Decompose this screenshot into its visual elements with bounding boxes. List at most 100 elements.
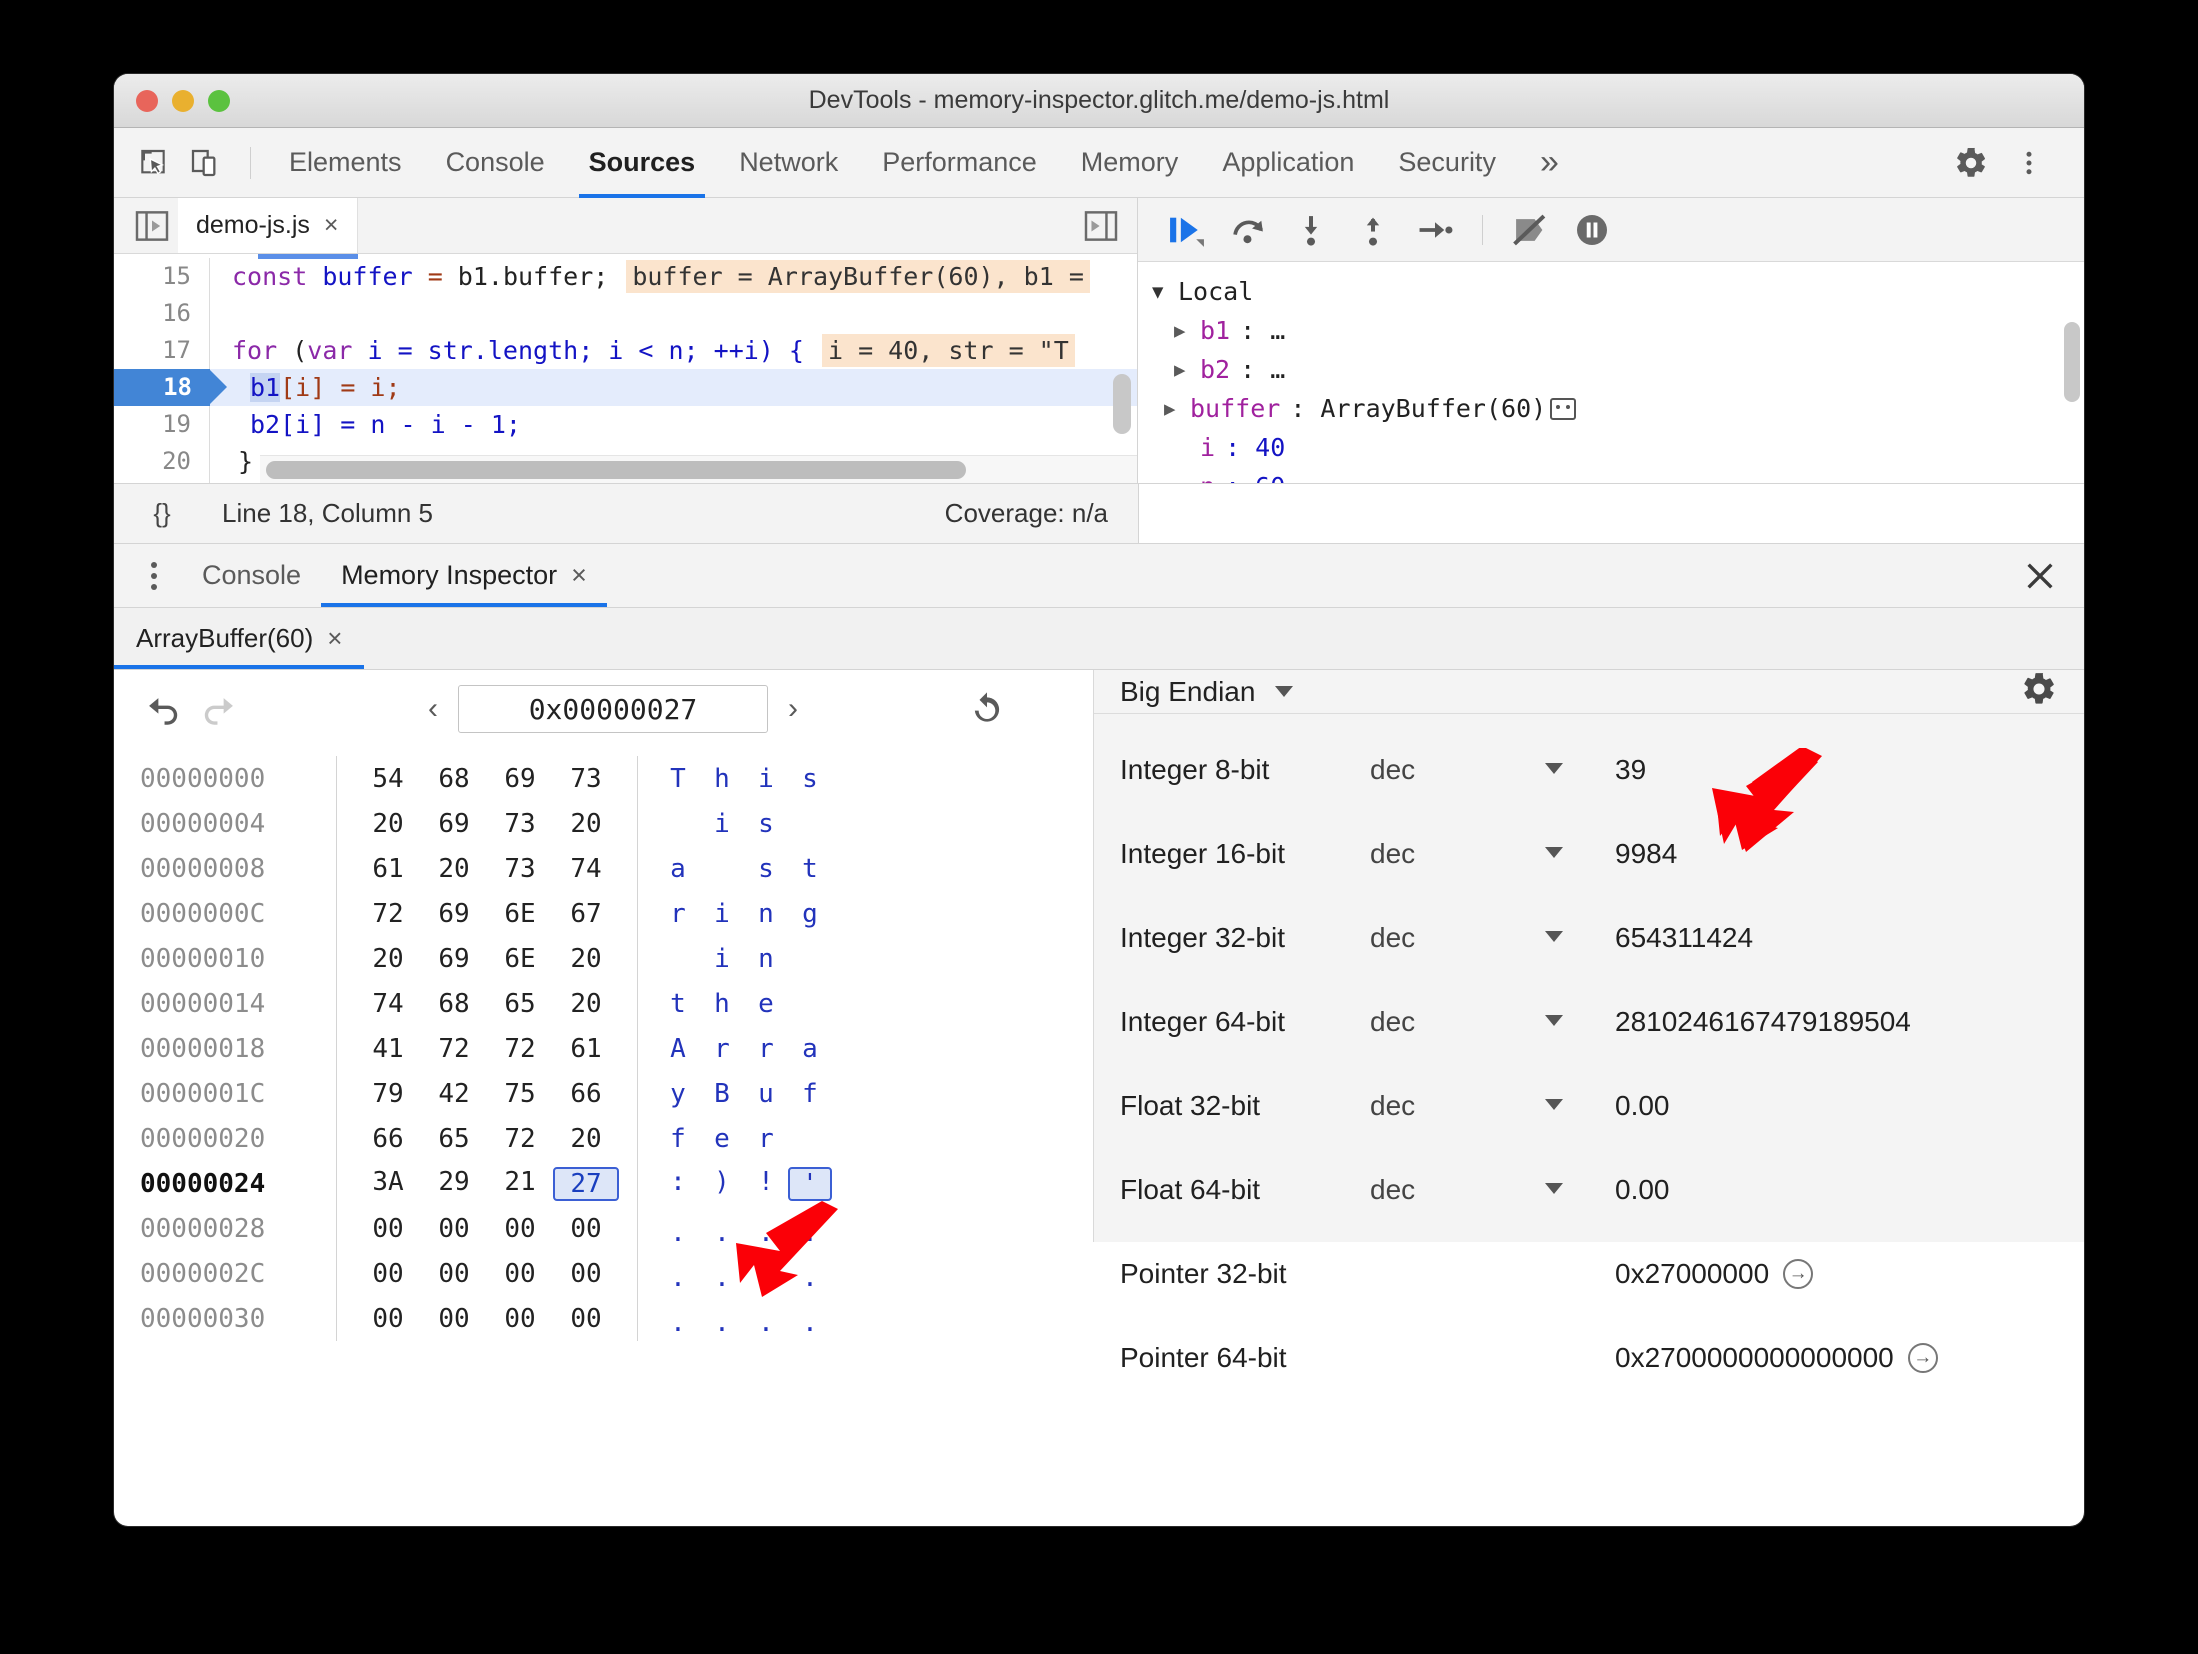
ascii-char[interactable] (656, 809, 700, 839)
close-icon[interactable]: × (324, 211, 339, 240)
hex-byte[interactable]: 20 (553, 989, 619, 1019)
hex-byte[interactable]: 00 (553, 1304, 619, 1334)
ascii-char[interactable]: . (788, 1218, 832, 1248)
hex-byte[interactable]: 72 (421, 1034, 487, 1064)
hex-byte[interactable]: 74 (553, 854, 619, 884)
hex-byte[interactable]: 75 (487, 1079, 553, 1109)
address-input[interactable]: 0x00000027 (458, 685, 768, 733)
ascii-char[interactable]: g (788, 899, 832, 929)
scope-var-b1[interactable]: ▶ b1 : … (1152, 311, 2084, 350)
tab-application[interactable]: Application (1200, 128, 1376, 198)
ascii-char[interactable]: a (788, 1034, 832, 1064)
ascii-char[interactable]: t (788, 854, 832, 884)
ascii-char[interactable]: r (700, 1034, 744, 1064)
refresh-icon[interactable] (964, 686, 1010, 732)
table-row[interactable]: 00000030 00 00 00 00 . . . . (128, 1296, 1093, 1341)
close-icon[interactable]: × (327, 623, 342, 654)
tab-sources[interactable]: Sources (567, 128, 718, 198)
hex-byte[interactable]: 00 (487, 1214, 553, 1244)
hex-byte[interactable]: 69 (421, 809, 487, 839)
ascii-char[interactable]: a (656, 854, 700, 884)
ascii-char[interactable]: u (744, 1079, 788, 1109)
step-icon[interactable] (1408, 207, 1462, 253)
step-into-icon[interactable] (1284, 207, 1338, 253)
ascii-char[interactable]: h (700, 764, 744, 794)
hex-byte[interactable]: 66 (553, 1079, 619, 1109)
hex-byte[interactable]: 29 (421, 1167, 487, 1201)
table-row[interactable]: 00000020 66 65 72 20 f e r (128, 1116, 1093, 1161)
ascii-char[interactable]: n (744, 899, 788, 929)
ascii-char[interactable]: . (788, 1308, 832, 1338)
chevron-down-icon[interactable] (1275, 686, 1294, 697)
code-editor[interactable]: 15 const buffer = b1.buffer; buffer = Arr… (114, 254, 1137, 483)
jump-to-address-icon[interactable]: → (1907, 1343, 1938, 1373)
value-mode[interactable]: dec (1370, 922, 1545, 954)
hex-byte[interactable]: 6E (487, 899, 553, 929)
ascii-char[interactable] (788, 989, 832, 1019)
hex-byte[interactable]: 00 (553, 1214, 619, 1244)
hex-byte[interactable]: 61 (355, 854, 421, 884)
hex-byte[interactable]: 00 (355, 1259, 421, 1289)
editor-horizontal-scrollbar[interactable] (266, 461, 966, 479)
tab-security[interactable]: Security (1376, 128, 1518, 198)
hex-byte[interactable]: 41 (355, 1034, 421, 1064)
ascii-char-selected[interactable]: ' (788, 1166, 832, 1201)
endianness-select[interactable]: Big Endian (1120, 676, 1294, 708)
ascii-char[interactable]: s (744, 854, 788, 884)
hex-byte[interactable]: 20 (553, 809, 619, 839)
device-toolbar-icon[interactable] (182, 140, 228, 186)
value-mode[interactable]: dec (1370, 838, 1545, 870)
scope-var-b2[interactable]: ▶ b2 : … (1152, 350, 2084, 389)
ascii-char[interactable]: i (744, 764, 788, 794)
hex-byte[interactable]: 00 (487, 1259, 553, 1289)
tab-console[interactable]: Console (424, 128, 567, 198)
chevron-down-icon[interactable] (1545, 761, 1615, 779)
hex-byte[interactable]: 67 (553, 899, 619, 929)
close-drawer-icon[interactable] (2020, 556, 2060, 596)
hex-byte[interactable]: 21 (487, 1167, 553, 1201)
ascii-char[interactable]: . (656, 1218, 700, 1248)
resume-icon[interactable] (1160, 207, 1214, 253)
scope-var-buffer[interactable]: ▶ buffer : ArrayBuffer(60) (1152, 389, 2084, 428)
table-row[interactable]: 00000028 00 00 00 00 . . . . (128, 1206, 1093, 1251)
gear-icon[interactable] (1948, 140, 1994, 186)
ascii-char[interactable]: . (700, 1308, 744, 1338)
hex-byte[interactable]: 69 (421, 899, 487, 929)
inspect-element-icon[interactable] (130, 140, 176, 186)
ascii-char[interactable]: e (700, 1124, 744, 1154)
hex-byte[interactable]: 54 (355, 764, 421, 794)
drawer-more-tools-icon[interactable] (126, 544, 182, 607)
ascii-char[interactable]: ) (700, 1167, 744, 1201)
hex-byte[interactable]: 68 (421, 989, 487, 1019)
more-panels-button[interactable]: » (1518, 128, 1581, 198)
ascii-char[interactable]: . (744, 1218, 788, 1248)
hex-byte[interactable]: 6E (487, 944, 553, 974)
deactivate-breakpoints-icon[interactable] (1503, 207, 1557, 253)
ascii-char[interactable]: r (744, 1124, 788, 1154)
hex-byte[interactable]: 66 (355, 1124, 421, 1154)
hex-byte[interactable]: 20 (355, 809, 421, 839)
chevron-right-icon[interactable]: ▶ (1164, 398, 1190, 420)
hex-byte[interactable]: 72 (487, 1124, 553, 1154)
chevron-down-icon[interactable] (1545, 929, 1615, 947)
ascii-char[interactable]: . (744, 1263, 788, 1293)
chevron-down-icon[interactable] (1545, 1013, 1615, 1031)
hex-byte[interactable]: 00 (421, 1304, 487, 1334)
ascii-char[interactable] (788, 944, 832, 974)
hex-byte[interactable]: 00 (355, 1304, 421, 1334)
ascii-char[interactable]: . (656, 1308, 700, 1338)
ascii-char[interactable]: t (656, 989, 700, 1019)
table-row[interactable]: 0000002C 00 00 00 00 . . . . (128, 1251, 1093, 1296)
ascii-char[interactable]: i (700, 944, 744, 974)
value-mode[interactable]: dec (1370, 754, 1545, 786)
ascii-char[interactable]: B (700, 1079, 744, 1109)
hex-byte[interactable]: 68 (421, 764, 487, 794)
table-row[interactable]: 00000018 41 72 72 61 A r r a (128, 1026, 1093, 1071)
table-row[interactable]: 00000000 54 68 69 73 T h i s (128, 756, 1093, 801)
ascii-char[interactable]: n (744, 944, 788, 974)
tab-memory[interactable]: Memory (1059, 128, 1201, 198)
table-row-selected[interactable]: 00000024 3A 29 21 27 : ) ! ' (128, 1161, 1093, 1206)
previous-address-button[interactable]: ‹ (422, 692, 444, 726)
ascii-char[interactable]: . (744, 1308, 788, 1338)
hex-byte[interactable]: 72 (355, 899, 421, 929)
